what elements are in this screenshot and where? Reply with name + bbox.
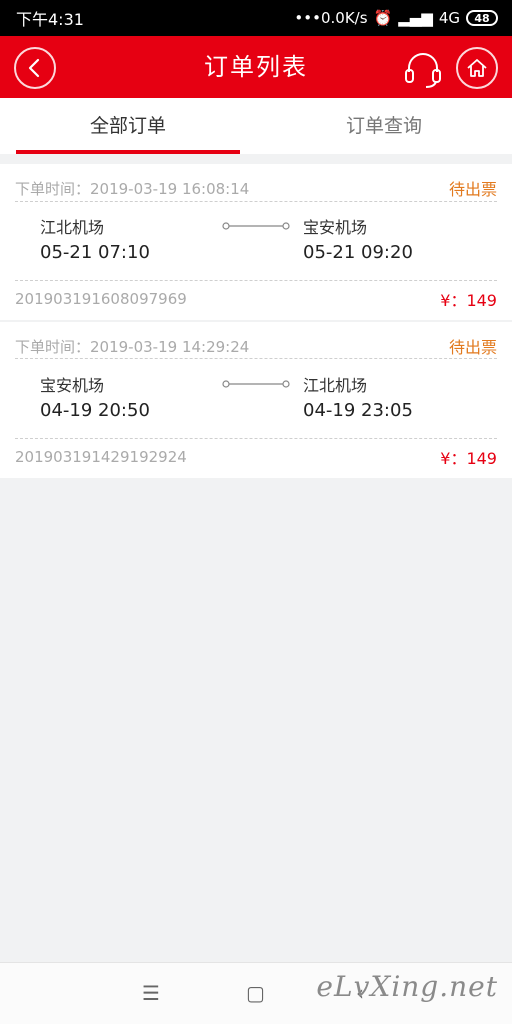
order-status: 待出票 xyxy=(448,180,497,199)
departure-airport: 宝安机场 xyxy=(40,376,105,395)
order-number: 201903191429192924 xyxy=(15,448,187,466)
divider xyxy=(15,280,497,281)
order-header: 下单时间：2019-03-19 14:29:24 待出票 xyxy=(15,334,497,358)
arrival-airport: 宝安机场 xyxy=(303,218,368,237)
battery-level: 48 xyxy=(474,11,490,25)
divider xyxy=(15,438,497,439)
signal-icon: ▂▄▆ xyxy=(398,9,433,27)
divider xyxy=(15,201,497,202)
net-speed: •••0.0K/s xyxy=(294,9,368,27)
tab-label: 全部订单 xyxy=(89,115,166,137)
app-bar: 订单列表 xyxy=(0,36,512,98)
order-number: 201903191608097969 xyxy=(15,290,187,308)
tab-all-orders[interactable]: 全部订单 xyxy=(0,98,256,154)
order-time: 下单时间：2019-03-19 14:29:24 xyxy=(15,337,250,356)
menu-icon[interactable]: ☰ xyxy=(142,981,160,1005)
home-nav-icon[interactable]: ▢ xyxy=(246,981,265,1005)
order-footer: 201903191608097969 ¥：149 xyxy=(15,288,497,310)
arrival-airport: 江北机场 xyxy=(303,376,368,395)
order-footer: 201903191429192924 ¥：149 xyxy=(15,446,497,468)
order-card[interactable]: 下单时间：2019-03-19 14:29:24 待出票 宝安机场 04-19 … xyxy=(0,322,512,478)
home-button[interactable] xyxy=(456,47,498,89)
order-time: 下单时间：2019-03-19 16:08:14 xyxy=(15,179,250,198)
departure-airport: 江北机场 xyxy=(40,218,105,237)
order-price: ¥：149 xyxy=(440,449,497,468)
divider xyxy=(15,358,497,359)
order-card[interactable]: 下单时间：2019-03-19 16:08:14 待出票 江北机场 05-21 … xyxy=(0,164,512,320)
route-connector-icon xyxy=(222,380,290,388)
status-bar: 下午4:31 •••0.0K/s ⏰ ▂▄▆ 4G 48 xyxy=(0,0,512,36)
headset-icon xyxy=(405,53,441,88)
departure-time: 05-21 07:10 xyxy=(40,242,150,263)
battery-icon: 48 xyxy=(466,10,498,26)
tab-order-query[interactable]: 订单查询 xyxy=(256,98,512,154)
watermark: eLvXing.net xyxy=(316,970,498,1003)
order-price: ¥：149 xyxy=(440,291,497,310)
network-type: 4G xyxy=(438,9,460,27)
active-tab-indicator xyxy=(16,150,240,154)
order-header: 下单时间：2019-03-19 16:08:14 待出票 xyxy=(15,176,497,200)
order-status: 待出票 xyxy=(448,338,497,357)
alarm-icon: ⏰ xyxy=(373,9,393,27)
order-tabs: 全部订单 订单查询 xyxy=(0,98,512,154)
arrival-time: 04-19 23:05 xyxy=(303,400,413,421)
customer-service-button[interactable] xyxy=(402,48,444,90)
arrival-time: 05-21 09:20 xyxy=(303,242,413,263)
route-connector-icon xyxy=(222,222,290,230)
home-icon xyxy=(467,59,487,77)
status-time: 下午4:31 xyxy=(16,10,84,29)
departure-time: 04-19 20:50 xyxy=(40,400,150,421)
tab-label: 订单查询 xyxy=(345,115,422,137)
